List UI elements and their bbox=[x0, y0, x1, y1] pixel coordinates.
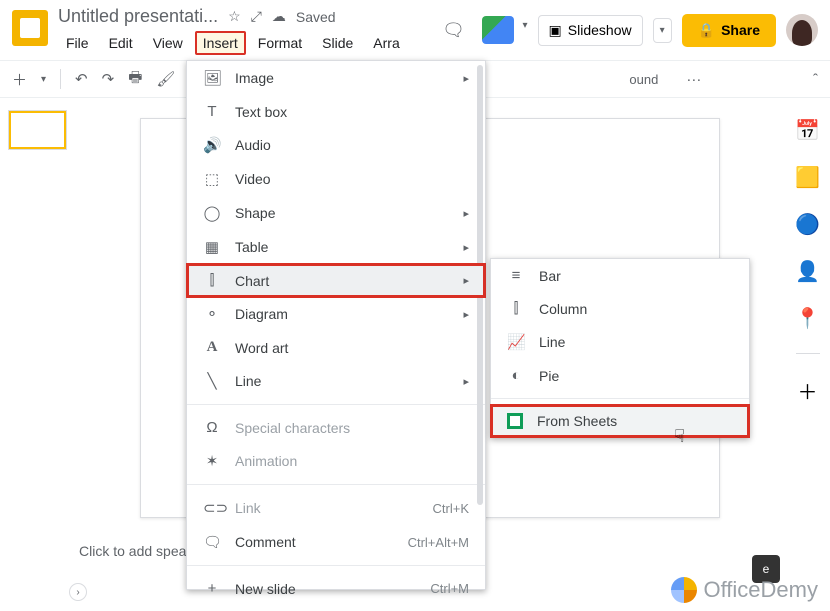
menu-arrange[interactable]: Arra bbox=[365, 31, 407, 55]
share-button[interactable]: 🔒 Share bbox=[682, 14, 776, 47]
star-icon[interactable]: ☆ bbox=[228, 8, 241, 25]
contacts-icon[interactable]: 👤 bbox=[795, 259, 820, 284]
new-slide-caret[interactable]: ▾ bbox=[41, 74, 46, 85]
avatar[interactable] bbox=[786, 14, 818, 46]
cloud-icon: ☁ bbox=[272, 8, 286, 25]
menu-item-chart[interactable]: ⫿Chart▸ bbox=[187, 264, 485, 297]
maps-icon[interactable]: 📍 bbox=[795, 306, 820, 331]
menu-item-diagram[interactable]: ⚬Diagram▸ bbox=[187, 297, 485, 331]
menu-item-link: ⊂⊃LinkCtrl+K bbox=[187, 491, 485, 525]
menu-item-audio[interactable]: 🔊Audio bbox=[187, 128, 485, 162]
more-button[interactable]: ··· bbox=[686, 71, 701, 88]
menu-item-animation: ✶Animation bbox=[187, 444, 485, 478]
menu-edit[interactable]: Edit bbox=[101, 31, 141, 55]
menu-item-comment[interactable]: 🗨CommentCtrl+Alt+M bbox=[187, 525, 485, 559]
menu-item-table[interactable]: ▦Table▸ bbox=[187, 230, 485, 264]
submenu-item-bar[interactable]: ≡Bar bbox=[491, 259, 749, 292]
menu-view[interactable]: View bbox=[145, 31, 191, 55]
tasks-icon[interactable]: 🔵 bbox=[795, 212, 820, 237]
calendar-icon[interactable]: 📅 bbox=[795, 118, 820, 143]
slideshow-caret[interactable]: ▾ bbox=[653, 18, 672, 43]
menu-item-special-characters: ΩSpecial characters bbox=[187, 411, 485, 444]
move-icon[interactable]: ⤢ bbox=[251, 8, 262, 25]
submenu-item-pie[interactable]: ◐Pie bbox=[491, 359, 749, 392]
cursor-icon bbox=[674, 426, 685, 447]
menu-item-video[interactable]: ⬚Video bbox=[187, 162, 485, 196]
background-button[interactable]: ound bbox=[629, 72, 658, 87]
menu-format[interactable]: Format bbox=[250, 31, 310, 55]
menubar: File Edit View Insert Format Slide Arra bbox=[58, 31, 436, 55]
watermark-logo-icon bbox=[671, 577, 697, 603]
menu-item-line[interactable]: ╲Line▸ bbox=[187, 364, 485, 398]
menu-file[interactable]: File bbox=[58, 31, 97, 55]
side-panel: 📅 🟨 🔵 👤 📍 ＋ bbox=[785, 98, 830, 611]
submenu-item-from-sheets[interactable]: From Sheets bbox=[491, 405, 749, 437]
meet-button[interactable] bbox=[482, 16, 514, 44]
collapse-filmstrip-button[interactable]: › bbox=[69, 583, 87, 601]
watermark-text: OfficeDemy bbox=[703, 577, 818, 603]
slideshow-button[interactable]: ▣ Slideshow bbox=[538, 15, 643, 46]
chart-submenu: ≡Bar ⫿Column 📈Line ◐Pie From Sheets bbox=[490, 258, 750, 438]
paint-format-button[interactable]: 🖌 bbox=[156, 70, 175, 88]
new-slide-button[interactable]: ＋ bbox=[12, 69, 27, 90]
watermark: OfficeDemy bbox=[671, 577, 818, 603]
print-button[interactable]: 🖶 bbox=[128, 67, 142, 92]
collapse-toolbar-icon[interactable]: ˆ bbox=[813, 71, 818, 88]
menu-item-word-art[interactable]: AWord art bbox=[187, 331, 485, 364]
slides-logo[interactable] bbox=[12, 10, 48, 46]
comments-icon[interactable]: 🗨 bbox=[436, 12, 472, 48]
menu-slide[interactable]: Slide bbox=[314, 31, 361, 55]
slide-thumbnail-1[interactable] bbox=[8, 110, 67, 150]
redo-button[interactable]: ↷ bbox=[102, 70, 115, 88]
saved-label: Saved bbox=[296, 9, 336, 25]
keep-icon[interactable]: 🟨 bbox=[795, 165, 820, 190]
submenu-item-column[interactable]: ⫿Column bbox=[491, 292, 749, 325]
submenu-item-line[interactable]: 📈Line bbox=[491, 325, 749, 359]
menu-insert[interactable]: Insert bbox=[195, 31, 246, 55]
document-title[interactable]: Untitled presentati... bbox=[58, 6, 218, 27]
menu-item-image[interactable]: 🖼Image▸ bbox=[187, 61, 485, 95]
menu-item-shape[interactable]: ◯Shape▸ bbox=[187, 196, 485, 230]
undo-button[interactable]: ↶ bbox=[75, 70, 88, 88]
add-addon-button[interactable]: ＋ bbox=[798, 376, 818, 405]
menu-item-new-slide[interactable]: +New slideCtrl+M bbox=[187, 572, 485, 605]
insert-menu: 🖼Image▸ TText box 🔊Audio ⬚Video ◯Shape▸ … bbox=[186, 60, 486, 590]
sheets-icon bbox=[507, 413, 523, 429]
menu-item-text-box[interactable]: TText box bbox=[187, 95, 485, 128]
